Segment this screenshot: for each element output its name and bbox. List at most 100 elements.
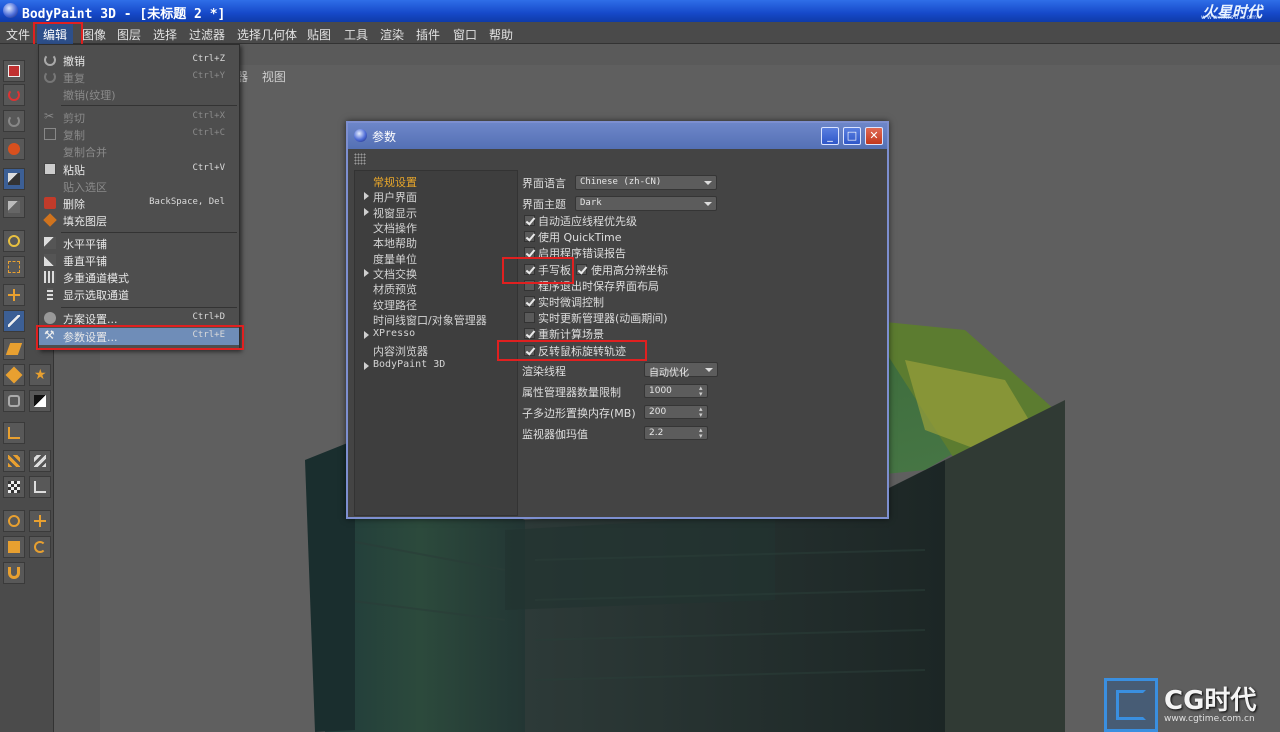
menu-layer[interactable]: 图层	[117, 26, 141, 43]
undo-icon	[8, 89, 20, 101]
use-quicktime-label: 使用 QuickTime	[538, 231, 622, 244]
tool-3d-paint-button[interactable]	[3, 168, 25, 190]
high-res-coords-checkbox[interactable]	[576, 264, 587, 275]
tool-circle-button[interactable]	[3, 390, 25, 412]
auto-thread-priority-checkbox[interactable]	[524, 215, 535, 226]
tool-uv-points-button[interactable]	[3, 450, 25, 472]
redo-icon	[44, 71, 56, 83]
brush-icon	[8, 315, 20, 327]
tool-live-select-button[interactable]	[3, 510, 25, 532]
tree-item-bodypaint[interactable]: BodyPaint 3D	[364, 359, 445, 370]
subpoly-memory-input[interactable]: 200	[644, 405, 708, 419]
realtime-tweak-checkbox[interactable]	[524, 296, 535, 307]
expand-arrow-icon[interactable]	[364, 331, 369, 339]
menu-render[interactable]: 渲染	[380, 26, 404, 43]
preferences-tree: 常规设置 用户界面 视窗显示 文档操作 本地帮助 度量单位 文档交换 材质预览 …	[354, 170, 518, 516]
cgtime-logo: CG时代 www.cgtime.com.cn	[1104, 678, 1280, 732]
tool-rect-select-button[interactable]	[3, 256, 25, 278]
expand-arrow-icon[interactable]	[364, 362, 369, 370]
menu-item-undo-texture[interactable]: 撤销(纹理)	[39, 86, 239, 103]
monitor-gamma-input[interactable]: 2.2	[644, 426, 708, 440]
tool-brush-button[interactable]	[3, 310, 25, 332]
tool-star-button[interactable]: ★	[29, 364, 51, 386]
menu-item-copy-merged[interactable]: 复制合并	[39, 143, 239, 160]
magnet-icon	[8, 567, 20, 579]
menu-item-delete[interactable]: 删除 BackSpace, Del	[39, 195, 239, 212]
tool-fill-button[interactable]	[3, 364, 25, 386]
menu-tools[interactable]: 工具	[344, 26, 368, 43]
tree-item-import-export[interactable]: 文档交换	[364, 266, 417, 282]
tool-move-button[interactable]	[3, 284, 25, 306]
checker-icon	[8, 481, 20, 493]
expand-arrow-icon[interactable]	[364, 192, 369, 200]
menu-item-tile-horizontal[interactable]: 水平平铺	[39, 235, 239, 252]
tree-item-document[interactable]: 文档操作	[373, 220, 417, 236]
attr-limit-input[interactable]: 1000	[644, 384, 708, 398]
realtime-manager-update-checkbox[interactable]	[524, 312, 535, 323]
grip-icon[interactable]	[354, 153, 366, 165]
menu-plugins[interactable]: 插件	[416, 26, 440, 43]
tool-polygon-button[interactable]	[3, 422, 25, 444]
tool-magnet-button[interactable]	[3, 562, 25, 584]
menu-item-paste-into[interactable]: 贴入选区	[39, 178, 239, 195]
menu-image[interactable]: 图像	[82, 26, 106, 43]
use-quicktime-checkbox[interactable]	[524, 231, 535, 242]
tree-item-units[interactable]: 度量单位	[373, 251, 417, 267]
tool-axis-button[interactable]	[29, 476, 51, 498]
menu-item-fill-layer[interactable]: 填充图层	[39, 212, 239, 229]
tool-magnify-button[interactable]	[3, 230, 25, 252]
menu-item-redo[interactable]: 重复 Ctrl+Y	[39, 69, 239, 86]
tool-eraser-button[interactable]	[3, 338, 25, 360]
language-dropdown[interactable]: Chinese (zh-CN)	[575, 175, 717, 190]
menu-item-undo[interactable]: 撤销 Ctrl+Z	[39, 52, 239, 69]
expand-arrow-icon[interactable]	[364, 208, 369, 216]
menu-select[interactable]: 选择	[153, 26, 177, 43]
menu-select-geometry[interactable]: 选择几何体	[237, 26, 297, 43]
tree-item-user-interface[interactable]: 用户界面	[364, 189, 417, 205]
menu-item-copy[interactable]: 复制 Ctrl+C	[39, 126, 239, 143]
menu-item-cut[interactable]: ✂ 剪切 Ctrl+X	[39, 109, 239, 126]
uv-points-icon	[8, 455, 20, 467]
menu-filter[interactable]: 过滤器	[189, 26, 225, 43]
tool-color-swatch[interactable]	[29, 390, 51, 412]
close-button[interactable]: ✕	[865, 127, 883, 145]
tool-rotate-button[interactable]	[29, 536, 51, 558]
tool-layout-button[interactable]	[3, 60, 25, 82]
tool-scale-button[interactable]	[3, 536, 25, 558]
tool-uv-polys-button[interactable]	[29, 450, 51, 472]
tool-paint-setup-button[interactable]	[3, 196, 25, 218]
tree-item-local-help[interactable]: 本地帮助	[373, 235, 417, 251]
dialog-app-icon	[354, 129, 367, 142]
recalc-scene-checkbox[interactable]	[524, 328, 535, 339]
menu-item-paste[interactable]: 粘贴 Ctrl+V	[39, 161, 239, 178]
project-settings-icon	[44, 312, 56, 324]
menu-help[interactable]: 帮助	[489, 26, 513, 43]
tool-undo-button[interactable]	[3, 84, 25, 106]
tree-item-xpresso[interactable]: XPresso	[364, 328, 415, 339]
menu-item-multi-channel[interactable]: 多重通道模式	[39, 269, 239, 286]
theme-dropdown[interactable]: Dark	[575, 196, 717, 211]
tool-move-uv-button[interactable]	[29, 510, 51, 532]
subpoly-memory-label: 子多边形置换内存(MB)	[522, 407, 636, 420]
tool-redo-button[interactable]	[3, 110, 25, 132]
tree-item-timeline-object-manager[interactable]: 时间线窗口/对象管理器	[373, 312, 487, 328]
maximize-button[interactable]: □	[843, 127, 861, 145]
dialog-titlebar[interactable]: 参数 _ □ ✕	[348, 123, 887, 149]
minimize-button[interactable]: _	[821, 127, 839, 145]
menu-item-show-selection-channel[interactable]: 显示选取通道	[39, 286, 239, 303]
viewport-tab-view[interactable]: 视图	[262, 70, 286, 84]
menu-window[interactable]: 窗口	[453, 26, 477, 43]
tool-render-button[interactable]	[3, 138, 25, 160]
tree-item-general[interactable]: 常规设置	[373, 174, 417, 190]
tree-item-viewport[interactable]: 视窗显示	[364, 205, 417, 221]
menu-file[interactable]: 文件	[6, 26, 30, 43]
menu-texture[interactable]: 贴图	[307, 26, 331, 43]
tree-item-material-preview[interactable]: 材质预览	[373, 281, 417, 297]
color-swatch-icon	[34, 395, 46, 407]
tool-checker-button[interactable]	[3, 476, 25, 498]
menu-item-tile-vertical[interactable]: 垂直平铺	[39, 252, 239, 269]
tree-item-texture-paths[interactable]: 纹理路径	[373, 297, 417, 313]
expand-arrow-icon[interactable]	[364, 269, 369, 277]
tree-item-content-browser[interactable]: 内容浏览器	[373, 343, 428, 359]
render-threads-dropdown[interactable]: 自动优化	[644, 362, 718, 379]
